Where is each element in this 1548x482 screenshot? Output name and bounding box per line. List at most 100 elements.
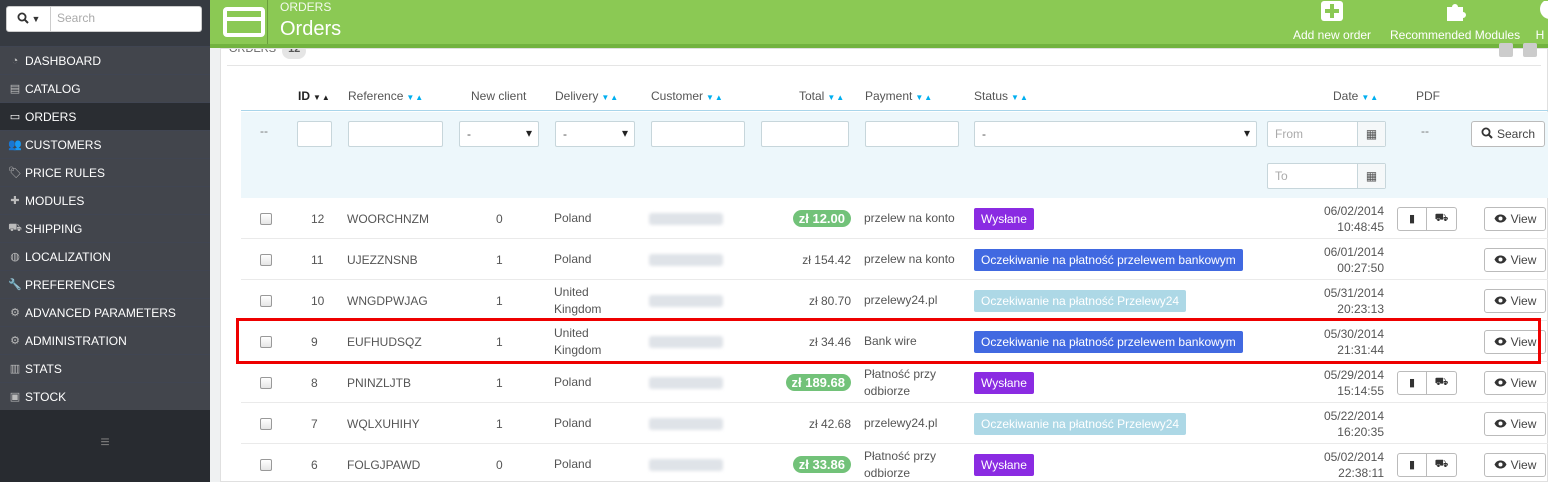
view-button[interactable]: View (1484, 288, 1546, 313)
header-delivery[interactable]: Delivery ▼▲ (555, 89, 619, 103)
sort-icon[interactable]: ▼▲ (601, 93, 619, 102)
row-checkbox[interactable] (260, 335, 272, 348)
row-checkbox-cell (260, 362, 272, 403)
sidebar-search-input[interactable]: Search (57, 11, 95, 25)
order-customer: K. Zimpwski (649, 403, 723, 444)
sort-icon[interactable]: ▼▲ (915, 93, 933, 102)
header-date[interactable]: Date ▼▲ (1333, 89, 1379, 103)
sort-icon[interactable]: ▼▲ (1011, 93, 1029, 102)
invoice-file-icon[interactable]: ▮ (1397, 452, 1427, 477)
sidebar-item-stats[interactable]: ▥ STATS (0, 354, 210, 382)
row-checkbox[interactable] (260, 417, 272, 430)
delivery-line: Kingdom (554, 342, 602, 357)
row-checkbox-cell (260, 198, 272, 239)
sidebar-item-shipping[interactable]: ⛟ SHIPPING (0, 214, 210, 242)
invoice-file-icon[interactable]: ▮ (1397, 206, 1427, 231)
payment-line: przelewy24.pl (864, 293, 938, 307)
table-row[interactable]: 10 WNGDPWJAG 1 United Kingdom P. Janowski zł 8… (241, 280, 1548, 321)
view-button[interactable]: View (1484, 452, 1546, 477)
sidebar-item-localization[interactable]: ◍ LOCALIZATION (0, 242, 210, 270)
sidebar-item-preferences[interactable]: 🔧 PREFERENCES (0, 270, 210, 298)
sidebar-item-modules[interactable]: ✚ MODULES (0, 186, 210, 214)
sidebar-item-dashboard[interactable]: ◔ DASHBOARD (0, 46, 210, 74)
view-button[interactable]: View (1484, 329, 1546, 354)
sidebar-item-label: STOCK (25, 389, 67, 404)
bar-chart-icon: ▥ (9, 363, 21, 375)
view-button[interactable]: View (1484, 247, 1546, 272)
add-new-order-button[interactable]: Add new order (1293, 0, 1371, 44)
pdf-button-group: ▮ ⛟ (1397, 452, 1457, 477)
row-checkbox[interactable] (260, 458, 272, 471)
sidebar-search[interactable]: ▼ Search (6, 6, 202, 32)
breadcrumb[interactable]: ORDERS (280, 0, 331, 14)
help-button[interactable]: H (1533, 0, 1548, 44)
row-checkbox[interactable] (260, 294, 272, 307)
delivery-truck-icon[interactable]: ⛟ (1427, 206, 1457, 231)
row-checkbox[interactable] (260, 376, 272, 389)
header-status[interactable]: Status ▼▲ (974, 89, 1029, 103)
table-row[interactable]: 11 UJEZZNSNB 1 Poland A. Czarnolski zł 154.42… (241, 239, 1548, 280)
view-button[interactable]: View (1484, 411, 1546, 436)
header-total[interactable]: Total ▼▲ (799, 89, 845, 103)
calendar-icon[interactable]: ▦ (1357, 164, 1385, 188)
filter-total-input[interactable] (761, 121, 849, 147)
sidebar-item-advanced-parameters[interactable]: ⚙ ADVANCED PARAMETERS (0, 298, 210, 326)
search-button[interactable]: Search (1471, 121, 1545, 147)
row-checkbox[interactable] (260, 253, 272, 266)
order-date: 05/30/2014 21:31:44 (1281, 321, 1384, 362)
filter-date-from-input[interactable]: From ▦ (1267, 121, 1386, 147)
table-row[interactable]: 6 FOLGJPAWD 0 Poland A. Rutkowski zł 33.86 Pła… (241, 444, 1548, 482)
view-button[interactable]: View (1484, 370, 1546, 395)
table-row[interactable]: 7 WQLXUHIHY 1 Poland K. Zimpwski zł 42.68 prze… (241, 403, 1548, 444)
header-id[interactable]: ID ▼▲ (298, 89, 331, 103)
sort-icon[interactable]: ▼▲ (706, 93, 724, 102)
refresh-icon[interactable] (1523, 43, 1537, 57)
customer-name-blurred: P. Janowski (649, 294, 723, 307)
status-badge: Oczekiwanie na płatność przelewem bankow… (974, 248, 1243, 271)
invoice-file-icon[interactable]: ▮ (1397, 370, 1427, 395)
payment-line: odbiorze (864, 383, 911, 398)
sort-icon[interactable]: ▼▲ (827, 93, 845, 102)
sort-icon[interactable]: ▼▲ (406, 93, 424, 102)
filter-reference-input[interactable] (348, 121, 443, 147)
sidebar-item-administration[interactable]: ⚙ ADMINISTRATION (0, 326, 210, 354)
delivery-truck-icon[interactable]: ⛟ (1427, 452, 1457, 477)
sort-icon[interactable]: ▼▲ (1361, 93, 1379, 102)
header-reference[interactable]: Reference ▼▲ (348, 89, 424, 103)
view-cell: View (1484, 362, 1546, 403)
sidebar-item-orders[interactable]: ▭ ORDERS (0, 102, 210, 130)
header-payment[interactable]: Payment ▼▲ (865, 89, 933, 103)
date-to-placeholder: To (1275, 169, 1288, 183)
filter-delivery-select[interactable]: - (555, 121, 635, 147)
filter-date-to-input[interactable]: To ▦ (1267, 163, 1386, 189)
recommended-modules-button[interactable]: Recommended Modules (1390, 0, 1520, 44)
filter-payment-input[interactable] (865, 121, 959, 147)
order-delivery: Poland (554, 239, 591, 280)
sidebar-item-catalog[interactable]: ▤ CATALOG (0, 74, 210, 102)
order-date: 06/02/2014 10:48:45 (1281, 198, 1384, 239)
table-row[interactable]: 9 EUFHUDSQZ 1 United Kingdom A. Sander zł 34.4… (241, 321, 1548, 362)
view-cell: View (1484, 239, 1546, 280)
filter-new-client-select[interactable]: - (459, 121, 539, 147)
table-row[interactable]: 12 WOORCHNZM 0 Poland A. Rutkowski zł 12.00 pr… (241, 198, 1548, 239)
filter-id-input[interactable] (297, 121, 332, 147)
row-checkbox[interactable] (260, 212, 272, 225)
filter-status-select[interactable]: - (974, 121, 1257, 147)
sidebar: ▼ Search ◔ DASHBOARD ▤ CATALOG ▭ ORDERS 👥 CUSTO… (0, 0, 210, 482)
search-dropdown[interactable]: ▼ (7, 7, 51, 31)
delivery-truck-icon[interactable]: ⛟ (1427, 370, 1457, 395)
add-icon[interactable] (1499, 43, 1513, 57)
total-value: zł 33.86 (792, 456, 851, 473)
sort-icon[interactable]: ▼▲ (313, 93, 331, 102)
sidebar-item-stock[interactable]: ▣ STOCK (0, 382, 210, 410)
view-button[interactable]: View (1484, 206, 1546, 231)
header-total-label: Total (799, 89, 825, 103)
header-customer[interactable]: Customer ▼▲ (651, 89, 724, 103)
sidebar-item-price-rules[interactable]: 🏷 PRICE RULES (0, 158, 210, 186)
sidebar-item-customers[interactable]: 👥 CUSTOMERS (0, 130, 210, 158)
collapse-menu-icon[interactable]: ≡ (0, 410, 210, 482)
calendar-icon[interactable]: ▦ (1357, 122, 1385, 146)
filter-customer-input[interactable] (651, 121, 745, 147)
status-badge: Oczekiwanie na płatność Przelewy24 (974, 289, 1187, 312)
table-row[interactable]: 8 PNINZLJTB 1 Poland J. Nasprzak zł 189.68 Pła… (241, 362, 1548, 403)
